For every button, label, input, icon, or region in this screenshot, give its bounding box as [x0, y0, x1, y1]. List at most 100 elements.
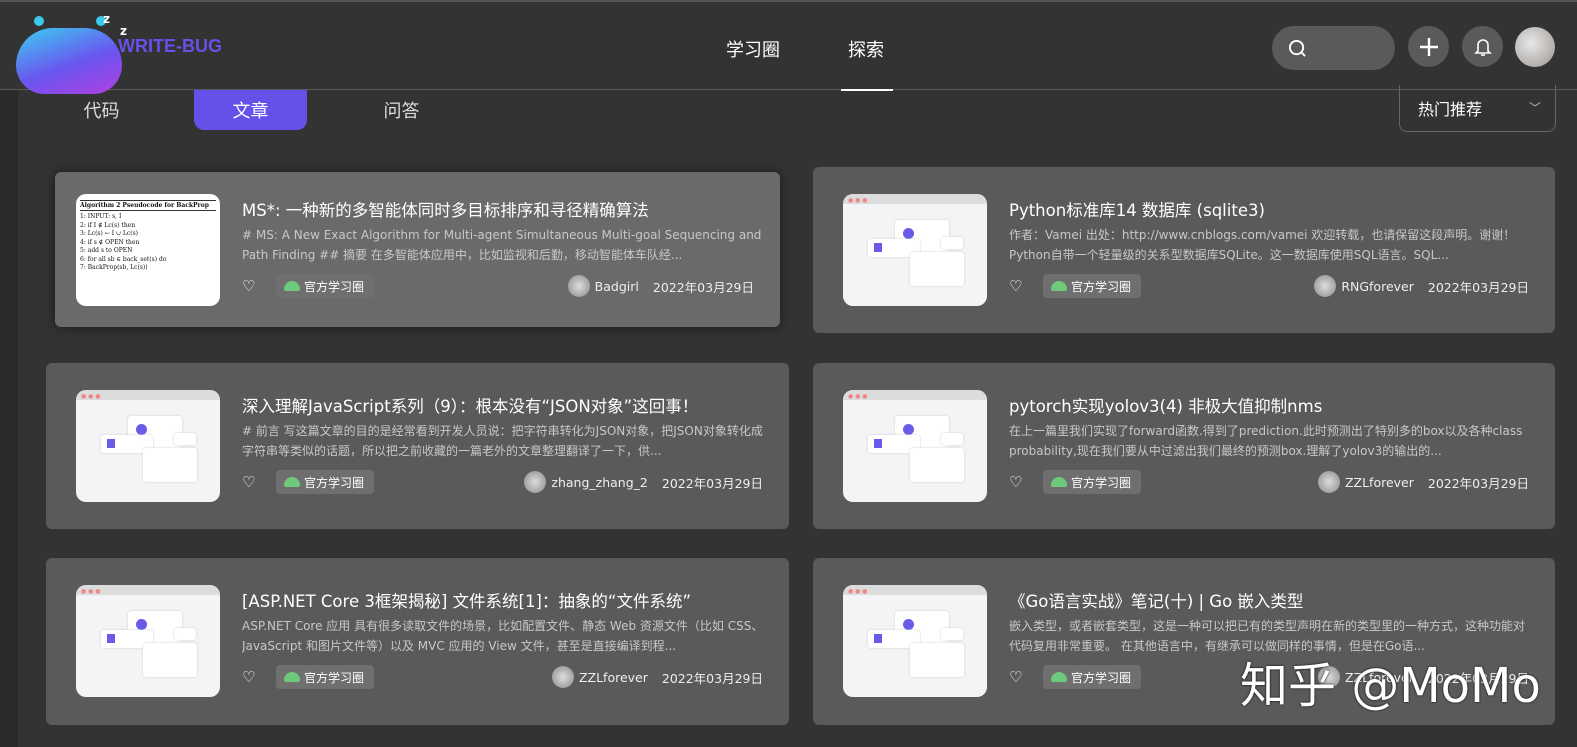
- article-footer: ♡ 官方学习圈 zhang_zhang_2 2022年03月29日: [242, 470, 763, 494]
- article-card[interactable]: ● ● ● [ASP.NET Core 3框架揭秘] 文件系统[1]：抽象的“文…: [46, 558, 789, 725]
- algo-line: 2: if I ∉ Lc(s) then: [80, 221, 136, 229]
- author-name: RNGforever: [1341, 278, 1414, 294]
- publish-date: 2022年03月29日: [1427, 279, 1529, 295]
- article-thumbnail: ● ● ●: [76, 585, 220, 697]
- article-summary: # MS: A New Exact Algorithm for Multi-ag…: [242, 228, 762, 262]
- heart-icon[interactable]: ♡: [242, 277, 276, 295]
- tab-code[interactable]: 代码: [45, 90, 158, 130]
- article-card[interactable]: ● ● ● 深入理解JavaScript系列（9）：根本没有“JSON对象”这回…: [46, 363, 789, 529]
- android-icon: [284, 672, 300, 682]
- circle-tag[interactable]: 官方学习圈: [276, 470, 375, 494]
- bug-mascot-icon: [16, 28, 122, 94]
- article-summary: 在上一篇里我们实现了forward函数.得到了prediction.此时预测出了…: [1009, 424, 1523, 458]
- author[interactable]: zhang_zhang_2: [524, 471, 648, 493]
- author[interactable]: ZZLforever: [1317, 471, 1414, 493]
- publish-date: 2022年03月29日: [661, 670, 763, 686]
- heart-icon[interactable]: ♡: [1009, 473, 1043, 491]
- algo-line: 6: for all sb ∈ back_set(s) do: [80, 255, 167, 263]
- article-summary: 作者：Vamei 出处：http://www.cnblogs.com/vamei…: [1009, 228, 1516, 262]
- tag-label: 官方学习圈: [304, 670, 365, 685]
- publish-date: 2022年03月29日: [652, 279, 754, 295]
- tag-label: 官方学习圈: [1071, 475, 1132, 490]
- author[interactable]: ZZLforever: [551, 666, 648, 688]
- watermark: 知乎 @MoMo: [1240, 658, 1541, 714]
- tag-label: 官方学习圈: [304, 279, 365, 294]
- algo-line: 7: BackProp(sb, Lc(s)): [80, 264, 148, 271]
- circle-tag[interactable]: 官方学习圈: [1043, 470, 1142, 494]
- bell-icon: [1473, 38, 1492, 56]
- article-footer: ♡ 官方学习圈 ZZLforever 2022年03月29日: [242, 665, 763, 689]
- circle-tag[interactable]: 官方学习圈: [1043, 665, 1142, 689]
- tab-qa[interactable]: 问答: [345, 90, 458, 130]
- algo-line: 5: add s to OPEN: [80, 247, 133, 254]
- header: zz WRITE-BUG 学习圈 探索: [0, 0, 1577, 94]
- antenna: [34, 16, 44, 26]
- article-footer: ♡ 官方学习圈 RNGforever 2022年03月29日: [1009, 274, 1529, 298]
- android-icon: [284, 477, 300, 487]
- article-title[interactable]: Python标准库14 数据库 (sqlite3): [1009, 197, 1265, 221]
- article-footer: ♡ 官方学习圈 Badgirl 2022年03月29日: [242, 274, 754, 298]
- circle-tag[interactable]: 官方学习圈: [276, 665, 375, 689]
- author-name: Badgirl: [594, 278, 639, 294]
- algo-line: 4: if s ∉ OPEN then: [80, 238, 140, 246]
- tag-label: 官方学习圈: [1071, 670, 1132, 685]
- nav-explore[interactable]: 探索: [848, 36, 884, 62]
- article-footer: ♡ 官方学习圈 ZZLforever 2022年03月29日: [1009, 470, 1529, 494]
- user-avatar[interactable]: [1515, 27, 1555, 67]
- heart-icon[interactable]: ♡: [242, 668, 276, 686]
- article-title[interactable]: 《Go语言实战》笔记(十) | Go 嵌入类型: [1009, 588, 1303, 612]
- article-title[interactable]: pytorch实现yolov3(4) 非极大值抑制nms: [1009, 393, 1322, 417]
- algo-heading: Algorithm 2 Pseudocode for BackProp: [80, 200, 216, 211]
- search-input[interactable]: [1272, 26, 1395, 70]
- author-avatar: [551, 666, 574, 688]
- tag-label: 官方学习圈: [304, 475, 365, 490]
- add-button[interactable]: [1408, 26, 1449, 67]
- author-name: ZZLforever: [578, 669, 648, 685]
- nav-active-indicator: [841, 89, 893, 91]
- android-icon: [1051, 477, 1067, 487]
- sort-selected: 热门推荐: [1418, 100, 1483, 119]
- android-icon: [1051, 672, 1067, 682]
- tag-label: 官方学习圈: [1071, 279, 1132, 294]
- author-avatar: [567, 275, 590, 297]
- article-thumbnail: ● ● ●: [76, 390, 220, 502]
- algo-line: 3: Lc(s) ← I ∪ Lc(s): [80, 230, 139, 237]
- author-name: ZZLforever: [1344, 474, 1414, 490]
- chevron-down-icon: ﹀: [1528, 101, 1541, 115]
- notifications-button[interactable]: [1462, 26, 1503, 67]
- author-name: zhang_zhang_2: [551, 474, 648, 490]
- author[interactable]: RNGforever: [1314, 275, 1414, 297]
- article-summary: ASP.NET Core 应用 具有很多读取文件的场景，比如配置文件、静态 We…: [242, 619, 764, 653]
- brand-name: WRITE-BUG: [118, 36, 222, 56]
- author[interactable]: Badgirl: [567, 275, 639, 297]
- article-card[interactable]: ● ● ● pytorch实现yolov3(4) 非极大值抑制nms 在上一篇里…: [813, 363, 1555, 529]
- publish-date: 2022年03月29日: [661, 475, 763, 491]
- heart-icon[interactable]: ♡: [242, 473, 276, 491]
- author-avatar: [524, 471, 547, 493]
- article-title[interactable]: [ASP.NET Core 3框架揭秘] 文件系统[1]：抽象的“文件系统”: [242, 588, 691, 612]
- article-card[interactable]: Algorithm 2 Pseudocode for BackProp 1: IN…: [55, 172, 780, 327]
- plus-icon: [1419, 37, 1438, 56]
- article-card[interactable]: ● ● ● Python标准库14 数据库 (sqlite3) 作者：Vamei…: [813, 167, 1555, 333]
- article-thumbnail: Algorithm 2 Pseudocode for BackProp 1: IN…: [76, 194, 220, 306]
- circle-tag[interactable]: 官方学习圈: [276, 274, 375, 298]
- left-strip: [0, 90, 18, 747]
- publish-date: 2022年03月29日: [1427, 475, 1529, 491]
- circle-tag[interactable]: 官方学习圈: [1043, 274, 1142, 298]
- article-title[interactable]: 深入理解JavaScript系列（9）：根本没有“JSON对象”这回事！: [242, 393, 698, 417]
- nav-study-circle[interactable]: 学习圈: [726, 36, 780, 62]
- article-thumbnail: ● ● ●: [843, 194, 987, 306]
- heart-icon[interactable]: ♡: [1009, 668, 1043, 686]
- heart-icon[interactable]: ♡: [1009, 277, 1043, 295]
- logo[interactable]: [16, 16, 124, 94]
- tab-articles[interactable]: 文章: [194, 90, 307, 130]
- article-thumbnail: ● ● ●: [843, 390, 987, 502]
- search-icon: [1288, 39, 1306, 57]
- sort-dropdown[interactable]: 热门推荐 ﹀: [1399, 85, 1556, 132]
- article-title[interactable]: MS*: 一种新的多智能体同时多目标排序和寻径精确算法: [242, 197, 649, 221]
- article-summary: # 前言 写这篇文章的目的是经常看到开发人员说：把字符串转化为JSON对象，把J…: [242, 424, 763, 458]
- algo-line: 1: INPUT: s, I: [80, 213, 122, 220]
- author-avatar: [1314, 275, 1337, 297]
- article-thumbnail: ● ● ●: [843, 585, 987, 697]
- author-avatar: [1317, 471, 1340, 493]
